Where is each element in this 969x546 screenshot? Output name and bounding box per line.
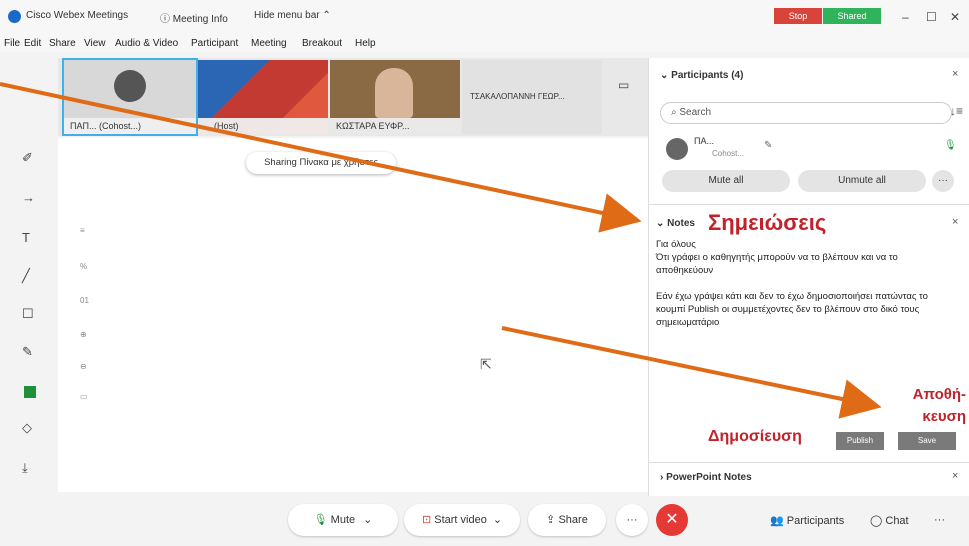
- arrow-to-notes: [0, 82, 642, 233]
- arrow-to-save: [501, 326, 882, 419]
- annotation-arrows: [0, 82, 882, 419]
